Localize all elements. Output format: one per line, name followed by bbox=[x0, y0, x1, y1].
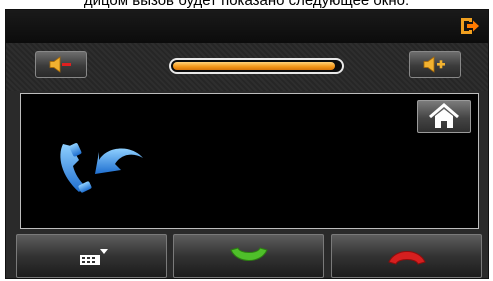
incoming-call-icon bbox=[60, 143, 143, 193]
title-bar bbox=[6, 10, 488, 44]
keypad-icon bbox=[79, 249, 108, 265]
volume-up-icon bbox=[423, 56, 445, 73]
home-icon bbox=[429, 103, 459, 128]
volume-down-icon bbox=[49, 56, 71, 73]
hang-up-button[interactable] bbox=[331, 234, 482, 278]
volume-level-fill bbox=[173, 62, 335, 70]
volume-bar bbox=[6, 43, 488, 91]
call-actions bbox=[6, 232, 488, 278]
home-button[interactable] bbox=[417, 100, 471, 133]
exit-button[interactable] bbox=[458, 15, 482, 37]
exit-icon bbox=[461, 18, 479, 34]
hang-up-icon bbox=[387, 251, 426, 265]
answer-button[interactable] bbox=[173, 234, 324, 278]
volume-up-button[interactable] bbox=[409, 51, 461, 78]
call-display bbox=[20, 93, 479, 229]
keypad-button[interactable] bbox=[16, 234, 167, 278]
answer-call-icon bbox=[229, 247, 268, 261]
volume-level-bar[interactable] bbox=[169, 58, 344, 74]
volume-down-button[interactable] bbox=[35, 51, 87, 78]
instruction-caption: дицом вызов будет показано следующее окн… bbox=[0, 0, 493, 8]
phone-call-window bbox=[5, 9, 489, 279]
